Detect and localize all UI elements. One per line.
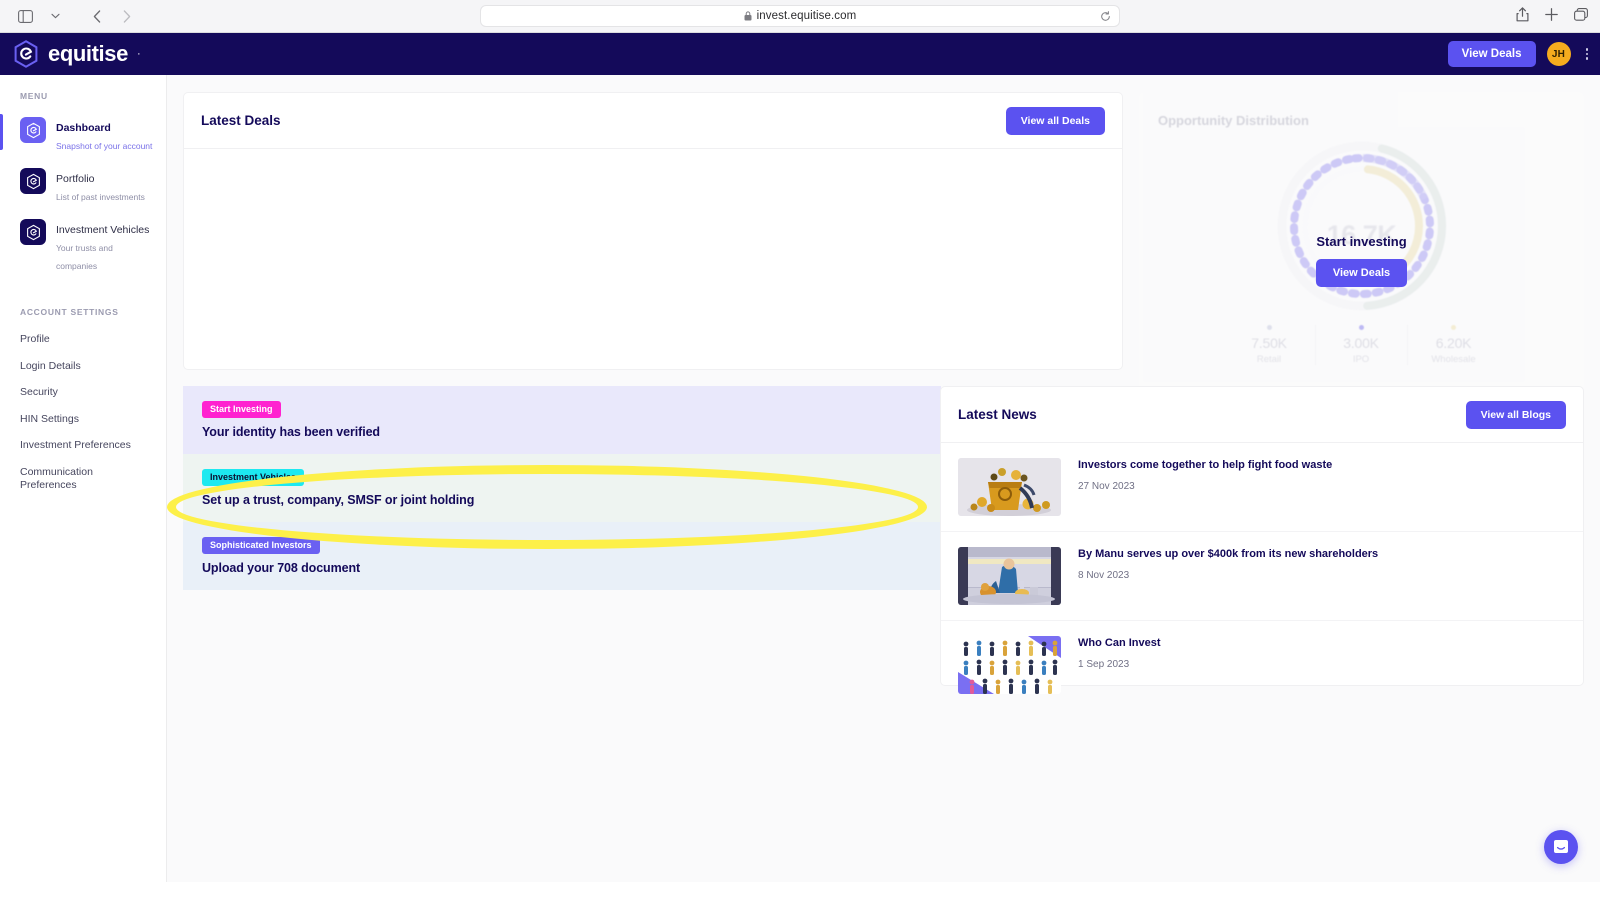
sidebar-settings-caption: ACCOUNT SETTINGS	[20, 307, 119, 317]
start-investing-title: Start investing	[1316, 233, 1407, 249]
news-item-title: Investors come together to help fight fo…	[1078, 459, 1333, 471]
sidebar-item-hin-settings[interactable]: HIN Settings	[0, 406, 166, 433]
legend-dot-icon	[1451, 325, 1456, 330]
legend-item-retail: 7.50K Retail	[1224, 325, 1316, 365]
view-all-blogs-button[interactable]: View all Blogs	[1465, 400, 1566, 429]
status-badge: Start Investing	[202, 400, 281, 419]
news-item-date: 27 Nov 2023	[1078, 480, 1135, 492]
action-card-investment-vehicles[interactable]: Investment Vehicles Set up a trust, comp…	[183, 454, 941, 522]
overlay-view-deals-button[interactable]: View Deals	[1315, 258, 1408, 287]
sidebar-item-sublabel: Your trusts and companies	[56, 243, 113, 271]
legend-label: Retail	[1256, 354, 1282, 365]
legend-dot-icon	[1266, 325, 1272, 330]
news-list-item[interactable]: Investors come together to help fight fo…	[941, 443, 1583, 532]
opportunity-distribution-title: Opportunity Distribution	[1158, 113, 1309, 128]
share-icon[interactable]	[1516, 6, 1529, 27]
equitise-hexagon-icon	[14, 40, 38, 68]
main-content: Latest Deals View all Deals Opportunity …	[167, 75, 1600, 882]
sidebar-item-sublabel: Snapshot of your account	[56, 141, 153, 151]
chat-bubble-icon[interactable]	[1544, 830, 1578, 864]
news-item-date: 8 Nov 2023	[1078, 569, 1130, 581]
sidebar: MENU Dashboard Snapshot of your account …	[0, 75, 167, 882]
donut-chart: 16.7K	[1232, 134, 1492, 319]
sidebar-item-investment-preferences[interactable]: Investment Preferences	[0, 432, 166, 459]
news-list-item[interactable]: Who Can Invest 1 Sep 2023	[941, 621, 1583, 709]
app-header: equitise · View Deals JH	[0, 33, 1600, 75]
sidebar-item-label: Portfolio	[56, 173, 95, 185]
latest-deals-header: Latest Deals View all Deals	[184, 93, 1122, 149]
brand-trademark: ·	[136, 48, 141, 60]
kebab-menu-icon[interactable]	[1582, 46, 1593, 62]
news-item-title: By Manu serves up over $400k from its ne…	[1078, 548, 1379, 560]
brand-logo[interactable]: equitise ·	[0, 40, 141, 68]
legend-value: 6.20K	[1435, 335, 1472, 351]
latest-deals-title: Latest Deals	[201, 113, 281, 128]
legend-item-wholesale: 6.20K Wholesale	[1408, 325, 1500, 365]
view-all-deals-button[interactable]: View all Deals	[1005, 106, 1105, 135]
equitise-hexagon-icon	[20, 219, 46, 245]
latest-news-card: Latest News View all Blogs Investors com…	[940, 386, 1584, 694]
legend-item-ipo: 3.00K IPO	[1316, 325, 1408, 365]
equitise-hexagon-icon	[20, 117, 46, 143]
latest-deals-body	[184, 149, 1122, 370]
chef-thumbnail	[958, 547, 1061, 605]
browser-chrome: invest.equitise.com	[0, 0, 1600, 33]
chevron-down-icon[interactable]	[42, 5, 68, 27]
latest-deals-card: Latest Deals View all Deals	[183, 92, 1123, 370]
legend-value: 3.00K	[1343, 335, 1379, 351]
brand-name: equitise	[48, 41, 128, 66]
latest-news-header: Latest News View all Blogs	[941, 387, 1583, 443]
sidebar-settings-list: Profile Login Details Security HIN Setti…	[0, 326, 166, 498]
action-card-start-investing[interactable]: Start Investing Your identity has been v…	[183, 386, 941, 454]
crowd-people-thumbnail	[958, 636, 1061, 694]
action-card-title: Your identity has been verified	[202, 425, 380, 440]
sidebar-item-label: Dashboard	[56, 122, 111, 134]
address-url: invest.equitise.com	[756, 10, 857, 22]
sidebar-item-sublabel: List of past investments	[56, 192, 145, 202]
news-item-title: Who Can Invest	[1078, 637, 1161, 649]
sidebar-item-communication-preferences[interactable]: Communication Preferences	[0, 459, 166, 498]
legend-label: IPO	[1352, 354, 1370, 365]
header-view-deals-button[interactable]: View Deals	[1447, 41, 1536, 67]
action-card-sophisticated-investors[interactable]: Sophisticated Investors Upload your 708 …	[183, 522, 941, 590]
sidebar-toggle-icon[interactable]	[12, 5, 38, 27]
legend-dot-icon	[1358, 325, 1364, 330]
sidebar-menu-caption: MENU	[20, 91, 48, 101]
sidebar-item-login-details[interactable]: Login Details	[0, 353, 166, 380]
lock-icon	[744, 11, 752, 21]
tabs-icon[interactable]	[1574, 7, 1588, 26]
reload-icon[interactable]	[1100, 10, 1111, 22]
avatar[interactable]: JH	[1546, 42, 1571, 66]
status-badge: Investment Vehicles	[202, 468, 305, 487]
sidebar-item-security[interactable]: Security	[0, 379, 166, 406]
forward-arrow-icon[interactable]	[114, 5, 140, 27]
equitise-hexagon-icon	[20, 168, 46, 194]
plus-icon[interactable]	[1545, 7, 1558, 26]
news-list-item[interactable]: By Manu serves up over $400k from its ne…	[941, 532, 1583, 621]
status-badge: Sophisticated Investors	[202, 536, 320, 555]
news-item-date: 1 Sep 2023	[1078, 658, 1130, 670]
donut-legend: 7.50K Retail 3.00K IPO 6.20K Wholesale	[1139, 325, 1584, 365]
sidebar-item-profile[interactable]: Profile	[0, 326, 166, 353]
action-card-title: Upload your 708 document	[202, 561, 361, 576]
latest-news-title: Latest News	[958, 407, 1037, 422]
legend-value: 7.50K	[1251, 335, 1287, 351]
sidebar-item-dashboard[interactable]: Dashboard Snapshot of your account	[0, 110, 166, 161]
legend-label: Wholesale	[1431, 354, 1476, 365]
back-arrow-icon[interactable]	[84, 5, 110, 27]
action-cards: Start Investing Your identity has been v…	[183, 386, 941, 590]
sidebar-item-portfolio[interactable]: Portfolio List of past investments	[0, 161, 166, 212]
address-bar[interactable]: invest.equitise.com	[480, 5, 1120, 27]
sidebar-item-label: Investment Vehicles	[56, 224, 150, 236]
sidebar-item-investment-vehicles[interactable]: Investment Vehicles Your trusts and comp…	[0, 212, 166, 281]
action-card-title: Set up a trust, company, SMSF or joint h…	[202, 493, 475, 508]
food-waste-thumbnail	[958, 458, 1061, 516]
